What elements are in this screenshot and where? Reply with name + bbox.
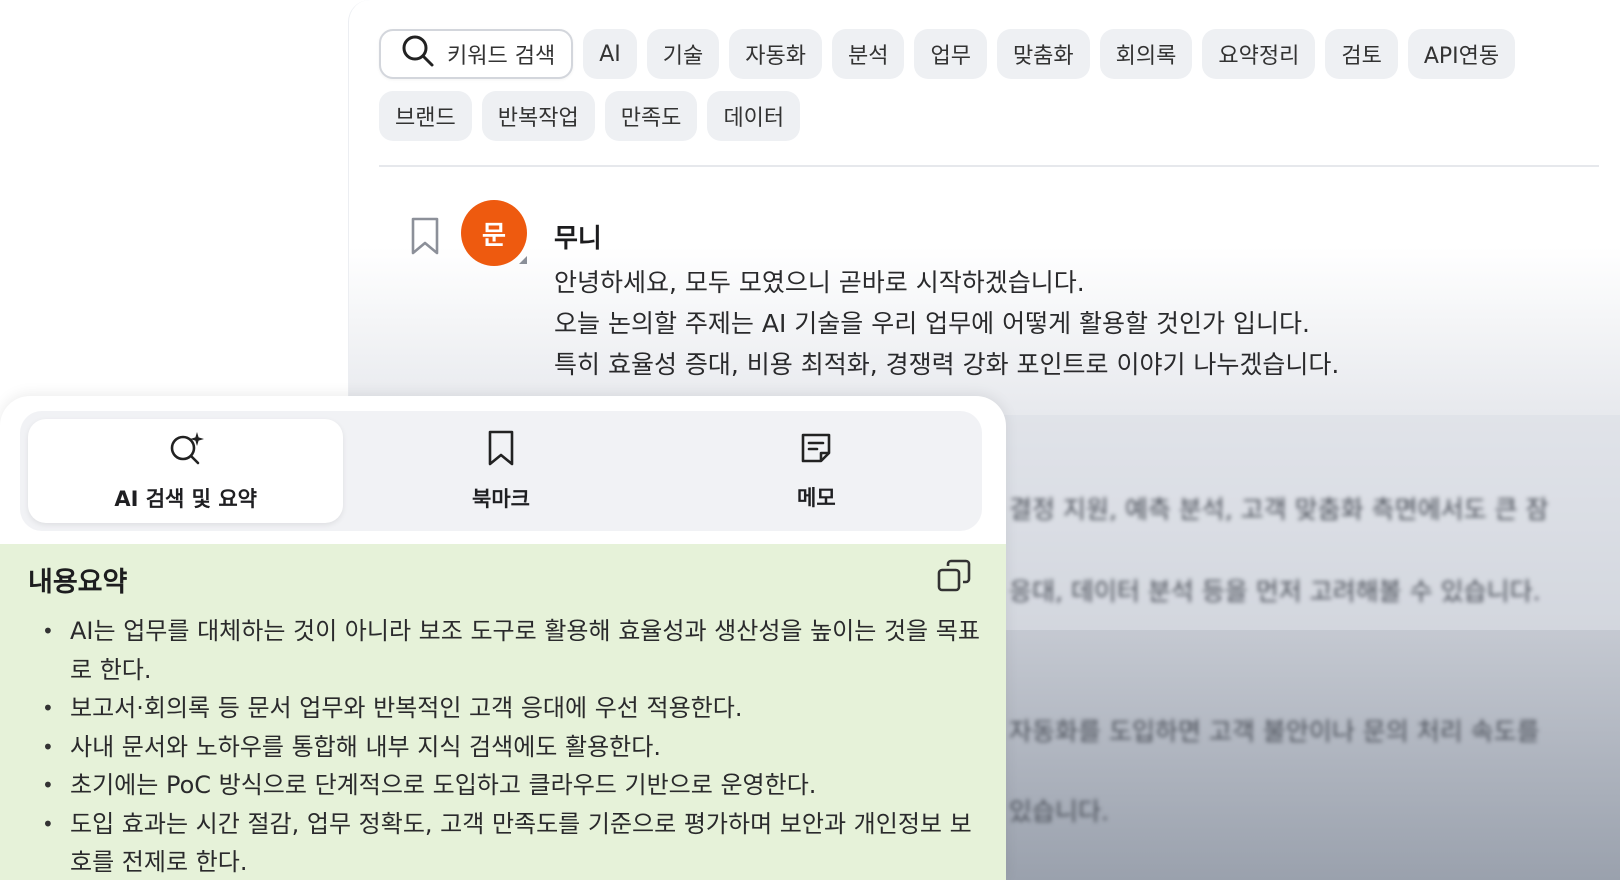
- bookmark-icon: [486, 430, 516, 471]
- tab-label: 북마크: [472, 486, 530, 511]
- keyword-tag[interactable]: 검토: [1325, 29, 1398, 79]
- search-icon: [401, 34, 435, 74]
- keyword-tag[interactable]: 요약정리: [1202, 29, 1316, 79]
- keyword-tag[interactable]: 기술: [646, 29, 720, 79]
- tab-bookmark[interactable]: 북마크: [343, 419, 658, 523]
- memo-icon: [799, 431, 833, 470]
- bookmark-toggle-icon[interactable]: [409, 216, 441, 260]
- avatar: 문: [461, 200, 527, 266]
- avatar-corner: [519, 256, 527, 264]
- tab-ai-search-summary[interactable]: AI 검색 및 요약: [28, 419, 344, 523]
- ai-panel: AI 검색 및 요약 북마크 메모 내용요약 • AI는 업무를 대체하는 것이…: [0, 396, 1006, 880]
- tag-row-1: 키워드 검색 AI 기술 자동화 분석 업무 맞춤화 회의록 요약정리 검토 API연동: [379, 28, 1579, 80]
- divider: [379, 165, 1599, 167]
- blurred-line: 결정 지원, 예측 분석, 고객 맞춤화 측면에서도 큰 잠: [1009, 495, 1549, 524]
- keyword-tag[interactable]: 만족도: [604, 91, 698, 141]
- keyword-tag[interactable]: 맞춤화: [996, 29, 1090, 79]
- message-text: 안녕하세요, 모두 모였으니 곧바로 시작하겠습니다. 오늘 논의할 주제는 A…: [554, 262, 1339, 385]
- panel-tabs: AI 검색 및 요약 북마크 메모: [20, 411, 982, 531]
- keyword-tag[interactable]: 회의록: [1099, 29, 1193, 79]
- summary-item: 초기에는 PoC 방식으로 단계적으로 도입하고 클라우드 기반으로 운영한다.: [42, 766, 982, 805]
- tag-row-2: 브랜드 반복작업 만족도 데이터: [379, 90, 1579, 142]
- keyword-tag[interactable]: 데이터: [707, 91, 801, 141]
- tab-label: 메모: [797, 485, 836, 510]
- keyword-search-button[interactable]: 키워드 검색: [379, 29, 574, 79]
- message-line: 안녕하세요, 모두 모였으니 곧바로 시작하겠습니다.: [554, 268, 1085, 297]
- blurred-line: 응대, 데이터 분석 등을 먼저 고려해볼 수 있습니다.: [1009, 577, 1541, 606]
- tab-memo[interactable]: 메모: [659, 419, 974, 523]
- keyword-tag[interactable]: 분석: [831, 29, 905, 79]
- keyword-tag[interactable]: 반복작업: [481, 91, 595, 141]
- summary-item: AI는 업무를 대체하는 것이 아니라 보조 도구로 활용해 효율성과 생산성을…: [42, 612, 982, 689]
- summary-item: 보고서·회의록 등 문서 업무와 반복적인 고객 응대에 우선 적용한다.: [42, 689, 982, 728]
- keyword-tag[interactable]: 업무: [914, 29, 987, 79]
- ai-search-icon: [167, 430, 205, 471]
- blurred-line: 있습니다.: [1009, 797, 1109, 826]
- summary-title: 내용요약: [28, 567, 128, 598]
- message-line: 오늘 논의할 주제는 AI 기술을 우리 업무에 어떻게 활용할 것인가 입니다…: [554, 309, 1310, 338]
- keyword-search-label: 키워드 검색: [447, 44, 556, 69]
- summary-list: AI는 업무를 대체하는 것이 아니라 보조 도구로 활용해 효율성과 생산성을…: [42, 612, 982, 880]
- speaker-name: 무니: [554, 224, 602, 254]
- keyword-tag[interactable]: API연동: [1407, 29, 1516, 79]
- message-line: 특히 효율성 증대, 비용 최적화, 경쟁력 강화 포인트로 이야기 나누겠습니…: [554, 350, 1340, 379]
- keyword-tag[interactable]: 자동화: [729, 29, 822, 79]
- summary-item: 도입 효과는 시간 절감, 업무 정확도, 고객 만족도를 기준으로 평가하며 …: [42, 805, 982, 880]
- copy-icon[interactable]: [936, 558, 972, 598]
- summary-item: 사내 문서와 노하우를 통합해 내부 지식 검색에도 활용한다.: [42, 728, 982, 767]
- keyword-tag[interactable]: 브랜드: [379, 91, 472, 141]
- summary-section: 내용요약 AI는 업무를 대체하는 것이 아니라 보조 도구로 활용해 효율성과…: [0, 544, 1006, 880]
- keyword-tag[interactable]: AI: [583, 29, 637, 79]
- blurred-line: 자동화를 도입하면 고객 불안이나 문의 처리 속도를: [1009, 717, 1540, 746]
- tab-label: AI 검색 및 요약: [114, 486, 257, 511]
- keyword-tags: 키워드 검색 AI 기술 자동화 분석 업무 맞춤화 회의록 요약정리 검토 API연동 브랜드 반…: [379, 28, 1579, 152]
